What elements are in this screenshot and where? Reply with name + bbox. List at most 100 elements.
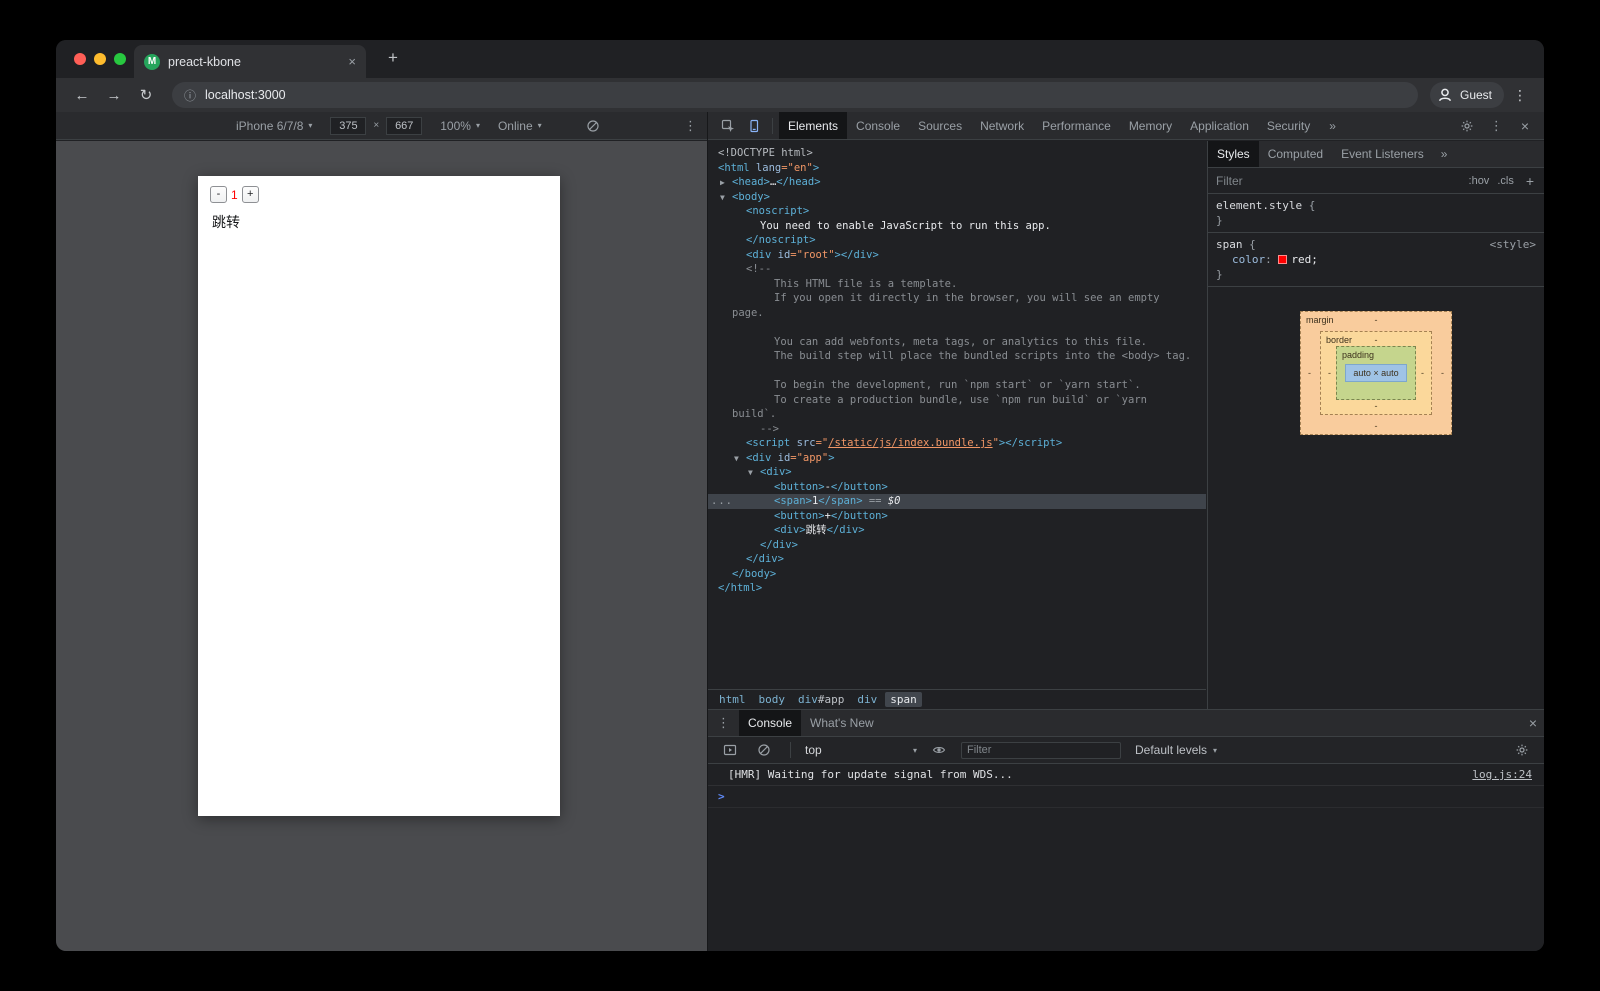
window-minimize-button[interactable]: [94, 53, 106, 65]
dom-tree-row[interactable]: You can add webfonts, meta tags, or anal…: [708, 335, 1206, 350]
dom-tree-row[interactable]: ...<span>1</span> == $0: [708, 494, 1206, 509]
styles-tab-computed[interactable]: Computed: [1259, 141, 1332, 167]
viewport-width-input[interactable]: 375: [330, 117, 366, 135]
breadcrumb-item-span[interactable]: span: [885, 692, 922, 707]
throttle-select[interactable]: Online ▾: [498, 119, 542, 133]
styles-more-tabs-icon[interactable]: »: [1433, 147, 1456, 161]
dom-tree-row[interactable]: This HTML file is a template.: [708, 277, 1206, 292]
devtools-tab-network[interactable]: Network: [971, 112, 1033, 139]
log-levels-select[interactable]: Default levels ▾: [1135, 743, 1217, 757]
device-select[interactable]: iPhone 6/7/8 ▾: [236, 119, 312, 133]
box-model-border-right-value[interactable]: -: [1421, 368, 1424, 378]
tab-close-icon[interactable]: ×: [346, 54, 358, 69]
inspect-icon[interactable]: [716, 115, 740, 137]
expand-arrow-icon[interactable]: ▼: [748, 466, 760, 481]
dom-tree-row[interactable]: <!--: [708, 262, 1206, 277]
styles-tab-styles[interactable]: Styles: [1208, 141, 1259, 167]
device-toolbar-menu-icon[interactable]: ⋮: [684, 118, 697, 134]
dom-tree-row[interactable]: <script src="/static/js/index.bundle.js"…: [708, 436, 1206, 451]
dom-tree-row[interactable]: </div>: [708, 552, 1206, 567]
zoom-select[interactable]: 100% ▾: [440, 119, 480, 133]
dom-tree-row[interactable]: build`.: [708, 407, 1206, 422]
breadcrumb-item-div[interactable]: div: [852, 692, 882, 707]
dom-tree-row[interactable]: The build step will place the bundled sc…: [708, 349, 1206, 364]
more-tabs-icon[interactable]: »: [1321, 119, 1344, 133]
dom-tree-row[interactable]: </body>: [708, 567, 1206, 582]
drawer-menu-icon[interactable]: ⋮: [708, 715, 739, 731]
reload-button[interactable]: ↻: [132, 86, 160, 104]
breadcrumb-item-body[interactable]: body: [754, 692, 791, 707]
execution-context-select[interactable]: top ▾: [805, 743, 917, 757]
console-settings-gear-icon[interactable]: [1510, 739, 1534, 761]
style-rule-element-style[interactable]: element.style {}: [1208, 194, 1544, 233]
back-button[interactable]: ←: [68, 87, 96, 104]
box-model-border-top-value[interactable]: -: [1375, 335, 1378, 345]
box-model-margin-top-value[interactable]: -: [1375, 315, 1378, 325]
dom-tree-row[interactable]: ▶<head>…</head>: [708, 175, 1206, 190]
dom-tree-row[interactable]: <div>跳转</div>: [708, 523, 1206, 538]
dom-tree-row[interactable]: page.: [708, 306, 1206, 321]
devtools-tab-application[interactable]: Application: [1181, 112, 1258, 139]
dom-tree-row[interactable]: To begin the development, run `npm start…: [708, 378, 1206, 393]
forward-button[interactable]: →: [100, 87, 128, 104]
breadcrumb-item-html[interactable]: html: [714, 692, 751, 707]
dom-tree-row[interactable]: ▼<body>: [708, 190, 1206, 205]
console-tab-what-s-new[interactable]: What's New: [801, 710, 883, 736]
dom-tree-row[interactable]: </html>: [708, 581, 1206, 596]
class-toggle[interactable]: .cls: [1497, 175, 1514, 187]
dom-tree-row[interactable]: </div>: [708, 538, 1206, 553]
decrement-button[interactable]: -: [210, 186, 227, 203]
window-close-button[interactable]: [74, 53, 86, 65]
jump-link[interactable]: 跳转: [198, 203, 560, 232]
box-model-margin-left-value[interactable]: -: [1308, 368, 1311, 378]
box-model-margin-right-value[interactable]: -: [1441, 368, 1444, 378]
dom-tree-row[interactable]: <button>+</button>: [708, 509, 1206, 524]
styles-filter-input[interactable]: [1216, 174, 1461, 188]
new-tab-button[interactable]: +: [382, 47, 404, 69]
console-input[interactable]: [731, 786, 1534, 807]
devtools-tab-memory[interactable]: Memory: [1120, 112, 1181, 139]
devtools-tab-security[interactable]: Security: [1258, 112, 1319, 139]
expand-arrow-icon[interactable]: ▼: [734, 452, 746, 467]
device-toolbar-toggle-icon[interactable]: [742, 115, 766, 137]
dom-tree-row[interactable]: <button>-</button>: [708, 480, 1206, 495]
log-source-link[interactable]: log.js:24: [1472, 768, 1532, 781]
dom-tree-row[interactable]: <html lang="en">: [708, 161, 1206, 176]
devtools-tab-elements[interactable]: Elements: [779, 112, 847, 139]
profile-button[interactable]: Guest: [1430, 82, 1504, 108]
site-info-icon[interactable]: ⓘ: [184, 87, 196, 104]
browser-tab[interactable]: M preact-kbone ×: [134, 45, 366, 78]
pseudo-state-toggle[interactable]: :hov: [1469, 175, 1490, 187]
address-bar[interactable]: ⓘ localhost:3000: [172, 82, 1418, 108]
box-model-border-bottom-value[interactable]: -: [1375, 401, 1378, 411]
window-zoom-button[interactable]: [114, 53, 126, 65]
dom-tree-row[interactable]: [708, 320, 1206, 335]
console-sidebar-icon[interactable]: [718, 739, 742, 761]
expand-arrow-icon[interactable]: ▶: [720, 176, 732, 191]
new-style-rule-button[interactable]: +: [1522, 173, 1536, 189]
dom-tree-row[interactable]: If you open it directly in the browser, …: [708, 291, 1206, 306]
color-swatch[interactable]: [1278, 255, 1287, 264]
style-rule-span[interactable]: span {<style>color: red;}: [1208, 233, 1544, 287]
dom-tree-row[interactable]: ▼<div>: [708, 465, 1206, 480]
dom-tree-row[interactable]: To create a production bundle, use `npm …: [708, 393, 1206, 408]
viewport-height-input[interactable]: 667: [386, 117, 422, 135]
dom-tree-row[interactable]: You need to enable JavaScript to run thi…: [708, 219, 1206, 234]
box-model-content[interactable]: auto × auto: [1345, 364, 1407, 382]
drawer-close-icon[interactable]: ×: [1522, 715, 1544, 731]
devtools-tab-performance[interactable]: Performance: [1033, 112, 1120, 139]
live-expression-eye-icon[interactable]: [927, 739, 951, 761]
console-tab-console[interactable]: Console: [739, 710, 801, 736]
dom-tree-row[interactable]: <div id="root"></div>: [708, 248, 1206, 263]
dom-tree-row[interactable]: <!DOCTYPE html>: [708, 146, 1206, 161]
dom-tree-row[interactable]: [708, 364, 1206, 379]
dom-tree-row[interactable]: -->: [708, 422, 1206, 437]
browser-menu-icon[interactable]: ⋮: [1508, 87, 1532, 104]
devtools-tab-console[interactable]: Console: [847, 112, 909, 139]
node-menu-dots[interactable]: ...: [711, 494, 733, 509]
dom-tree-row[interactable]: ▼<div id="app">: [708, 451, 1206, 466]
breadcrumb-item-div[interactable]: div#app: [793, 692, 849, 707]
increment-button[interactable]: +: [242, 186, 259, 203]
settings-gear-icon[interactable]: [1455, 115, 1479, 137]
devtools-tab-sources[interactable]: Sources: [909, 112, 971, 139]
